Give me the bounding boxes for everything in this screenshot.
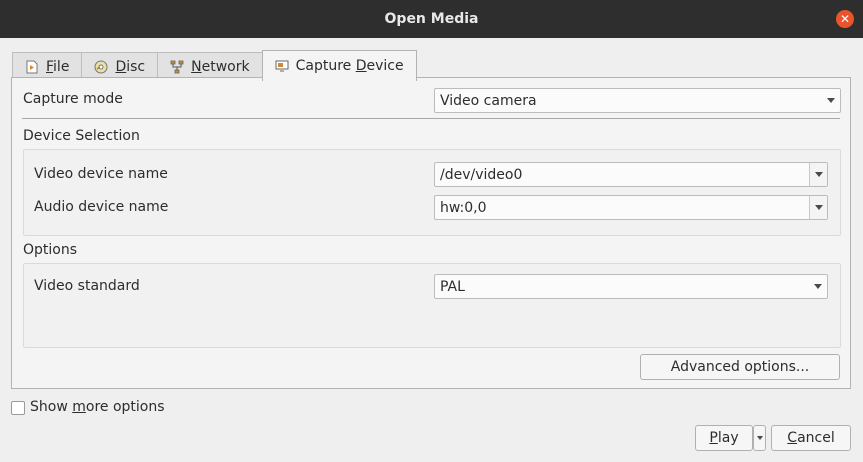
disc-icon: [94, 60, 108, 74]
cancel-button[interactable]: Cancel: [771, 425, 851, 451]
tab-network-label: Network: [191, 58, 250, 75]
chevron-down-icon: [756, 436, 763, 440]
separator: [22, 118, 840, 119]
title-bar: Open Media ✕: [0, 0, 863, 38]
close-window-button[interactable]: ✕: [836, 10, 854, 28]
advanced-options-button[interactable]: Advanced options...: [640, 354, 840, 380]
play-button[interactable]: Play: [695, 425, 753, 451]
video-device-value: /dev/video0: [440, 166, 523, 183]
show-more-options-checkbox[interactable]: [11, 401, 25, 415]
chevron-down-icon: [822, 89, 840, 112]
video-device-input[interactable]: /dev/video0: [434, 162, 828, 187]
tab-capture-device[interactable]: Capture Device: [261, 50, 417, 81]
video-standard-value: PAL: [440, 278, 465, 295]
chevron-down-icon: [809, 275, 827, 298]
tab-file[interactable]: File: [12, 52, 83, 80]
capture-device-panel: Capture mode Video camera Device Selecti…: [11, 77, 851, 389]
options-heading: Options: [23, 242, 78, 258]
play-dropdown-button[interactable]: [753, 425, 766, 451]
close-icon: ✕: [839, 12, 851, 26]
audio-device-label: Audio device name: [34, 199, 169, 215]
chevron-down-icon[interactable]: [809, 196, 827, 219]
capture-mode-label: Capture mode: [23, 91, 123, 107]
capture-mode-select[interactable]: Video camera: [434, 88, 841, 113]
tab-capture-device-label: Capture Device: [295, 58, 404, 74]
tab-file-label: File: [46, 58, 70, 75]
audio-device-input[interactable]: hw:0,0: [434, 195, 828, 220]
tab-disc-label: Disc: [115, 58, 146, 75]
video-standard-select[interactable]: PAL: [434, 274, 828, 299]
capture-device-icon: [275, 59, 289, 73]
capture-mode-value: Video camera: [440, 92, 537, 109]
chevron-down-icon[interactable]: [809, 163, 827, 186]
tab-bar: File Disc Network Capture Device: [12, 49, 417, 81]
audio-device-value: hw:0,0: [440, 199, 487, 216]
network-icon: [170, 60, 184, 74]
video-device-label: Video device name: [34, 166, 168, 182]
video-standard-label: Video standard: [34, 278, 140, 294]
window-title: Open Media: [384, 11, 479, 27]
file-icon: [25, 60, 39, 74]
options-group: Video standard PAL: [23, 263, 841, 348]
tab-disc[interactable]: Disc: [81, 52, 159, 80]
tab-network[interactable]: Network: [157, 52, 263, 80]
device-selection-heading: Device Selection: [23, 128, 140, 144]
device-selection-group: Video device name /dev/video0 Audio devi…: [23, 149, 841, 236]
show-more-options-label: Show more options: [30, 399, 165, 415]
